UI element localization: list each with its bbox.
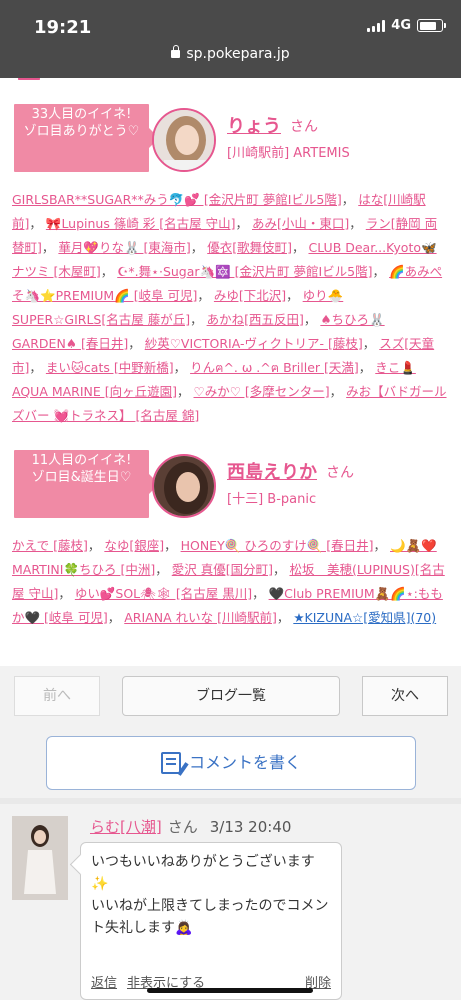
person-name-text[interactable]: 西島えりか (227, 462, 317, 483)
like-event-2: 11人目のイイネ! ゾロ目&誕生日♡ 西島えりか さん [十三] B-panic (14, 450, 447, 520)
commenter-avatar[interactable] (12, 816, 68, 900)
separator: ， (286, 288, 303, 303)
separator: ， (87, 538, 105, 553)
section-divider (0, 798, 461, 804)
separator: ， (29, 216, 46, 231)
pencil-icon (160, 752, 181, 774)
browser-chrome: 19:21 4G sp.pokepara.jp (0, 0, 461, 78)
liker-link[interactable]: あかね[西五反田] (207, 312, 304, 327)
like-event-1: 33人目のイイネ! ゾロ目ありがとう♡ りょう さん [川崎駅前] ARTEMI… (14, 104, 447, 174)
separator: ， (303, 312, 321, 327)
separator: ， (341, 192, 359, 207)
signal-icon (367, 19, 386, 32)
next-button[interactable]: 次へ (362, 676, 448, 716)
event-badge: 33人目のイイネ! ゾロ目ありがとう♡ (14, 104, 149, 172)
separator: ， (373, 538, 391, 553)
separator: ， (235, 216, 253, 231)
liker-link[interactable]: りんฅ^. ω .^ฅ Briller [天満] (190, 360, 359, 375)
separator: ， (29, 360, 46, 375)
reply-link[interactable]: 返信 (91, 973, 117, 995)
person-name[interactable]: 西島えりか (227, 458, 317, 484)
separator: ， (177, 384, 194, 399)
liker-list-2: かえで [藤枝]， なゆ[銀座]， HONEY🍭 ひろのすけ🍭 [春日井]， 🌙… (12, 534, 449, 630)
write-comment-label: コメントを書く (188, 753, 301, 772)
separator: ， (128, 336, 145, 351)
url-text: sp.pokepara.jp (186, 46, 290, 62)
separator: ， (291, 240, 309, 255)
commenter-name[interactable]: らむ[八潮] (90, 818, 162, 836)
person-shop: [川崎駅前] ARTEMIS (227, 146, 350, 161)
status-icons: 4G (367, 18, 446, 33)
liker-link[interactable]: 紗英♡VICTORIA-ヴィクトリア- [藤枝] (145, 336, 363, 351)
commenter-san: さん (167, 818, 198, 836)
network-label: 4G (391, 18, 411, 33)
liker-link[interactable]: ☪︎*.舞⋆·Sugar🦄🔯 [金沢片町 夢館Ⅰビル5階] (117, 264, 372, 279)
liker-link[interactable]: なゆ[銀座] (104, 538, 164, 553)
battery-icon (417, 19, 446, 32)
url-bar[interactable]: sp.pokepara.jp (0, 45, 461, 62)
liker-link[interactable]: GIRLSBAR**SUGAR**みう🐬💕 [金沢片町 夢館Ⅰビル5階] (12, 192, 342, 207)
liker-link[interactable]: みゆ[下北沢] (214, 288, 286, 303)
liker-link[interactable]: HONEY🍭 ひろのすけ🍭 [春日井] (181, 538, 374, 553)
avatar[interactable] (152, 108, 216, 172)
liker-link[interactable]: 愛沢 真優[国分町] (172, 562, 273, 577)
status-time: 19:21 (34, 17, 92, 38)
liker-link[interactable]: 華月💖りな🐰 [東海市] (58, 240, 190, 255)
blog-list-button[interactable]: ブログ一覧 (122, 676, 340, 716)
liker-link[interactable]: あみ[小山・東口] (252, 216, 349, 231)
home-indicator (147, 988, 313, 993)
comment-time: 3/13 20:40 (209, 818, 292, 836)
separator: ， (358, 360, 376, 375)
comment-text: いつもいいねありがとうございます✨ いいねが上限きてしまったのでコメント失礼しま… (91, 854, 329, 936)
avatar[interactable] (152, 454, 216, 518)
liker-link[interactable]: ♡みか♡ [多摩センター] (194, 384, 330, 399)
liker-link[interactable]: ARIANA れいな [川崎駅前] (124, 610, 277, 625)
liker-link[interactable]: まい🐱cats [中野新橋] (46, 360, 174, 375)
separator: ， (276, 610, 294, 625)
write-comment-button[interactable]: コメントを書く (46, 736, 416, 790)
separator: ， (252, 586, 269, 601)
liker-link[interactable]: ゆい💕SOL🕷🕸 [名古屋 黒川] (75, 586, 252, 601)
card-top-edge (18, 78, 40, 86)
separator: ， (100, 264, 118, 279)
liker-link[interactable]: かえで [藤枝] (12, 538, 88, 553)
separator: ， (197, 288, 214, 303)
liker-link[interactable]: 優衣[歌舞伎町] (207, 240, 292, 255)
prev-button[interactable]: 前へ (14, 676, 100, 716)
person-shop: [十三] B-panic (227, 492, 317, 507)
person-name-text[interactable]: りょう (227, 116, 281, 137)
separator: ， (58, 586, 75, 601)
comment-header: らむ[八潮] さん 3/13 20:40 (90, 816, 291, 837)
liker-link[interactable]: ★KIZUNA☆[愛知県](70) (293, 610, 436, 625)
comment-bubble: いつもいいねありがとうございます✨ いいねが上限きてしまったのでコメント失礼しま… (80, 842, 342, 1000)
separator: ， (164, 538, 181, 553)
separator: ， (349, 216, 366, 231)
separator: ， (155, 562, 172, 577)
person-san: さん (326, 465, 354, 481)
liker-list-1: GIRLSBAR**SUGAR**みう🐬💕 [金沢片町 夢館Ⅰビル5階]， はな… (12, 188, 449, 428)
separator: ， (329, 384, 347, 399)
like-events-card: 33人目のイイネ! ゾロ目ありがとう♡ りょう さん [川崎駅前] ARTEMI… (0, 78, 461, 666)
separator: ， (372, 264, 389, 279)
liker-link[interactable]: 🎀Lupinus 篠崎 彩 [名古屋 守山] (46, 216, 236, 231)
separator: ， (190, 240, 208, 255)
separator: ， (107, 610, 125, 625)
separator: ， (362, 336, 380, 351)
separator: ， (272, 562, 290, 577)
separator: ， (41, 240, 59, 255)
event-badge: 11人目のイイネ! ゾロ目&誕生日♡ (14, 450, 149, 518)
lock-icon (171, 45, 181, 58)
person-san: さん (290, 119, 318, 135)
separator: ， (190, 312, 207, 327)
separator: ， (173, 360, 191, 375)
person-name[interactable]: りょう (227, 112, 281, 138)
